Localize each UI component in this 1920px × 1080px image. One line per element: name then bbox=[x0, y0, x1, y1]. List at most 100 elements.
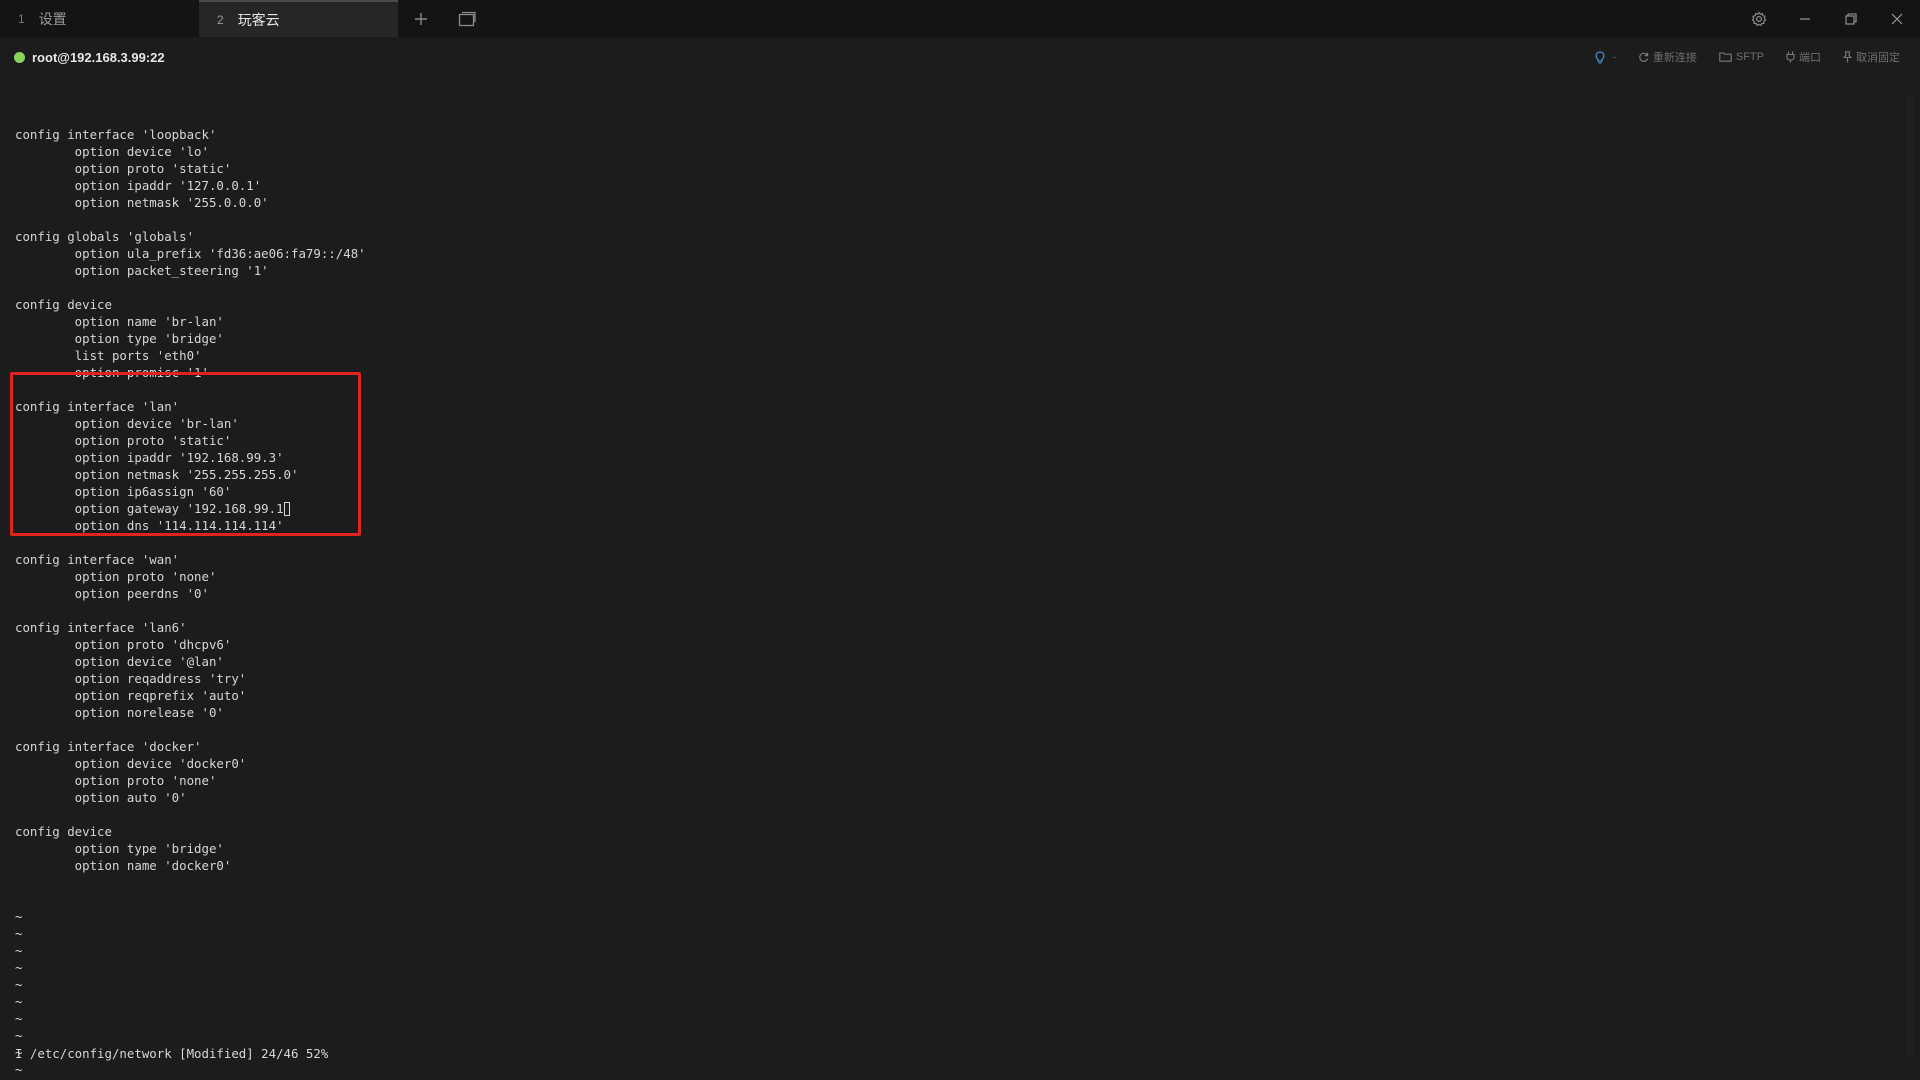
terminal-line: option device 'lo' bbox=[15, 143, 366, 160]
terminal-line-text: option reqaddress 'try' bbox=[15, 671, 247, 686]
terminal-line-text: option device 'docker0' bbox=[15, 756, 247, 771]
terminal-line: option norelease '0' bbox=[15, 704, 366, 721]
port-button[interactable]: 端口 bbox=[1786, 49, 1821, 65]
terminal-line: ~ bbox=[15, 1010, 366, 1027]
new-tab-button[interactable] bbox=[398, 0, 444, 37]
terminal-line-text: option type 'bridge' bbox=[15, 841, 224, 856]
terminal-line-text: ~ bbox=[15, 960, 23, 975]
terminal-line-text: option type 'bridge' bbox=[15, 331, 224, 346]
terminal-line: option reqaddress 'try' bbox=[15, 670, 366, 687]
sftp-button[interactable]: SFTP bbox=[1719, 51, 1764, 63]
terminal-line: option packet_steering '1' bbox=[15, 262, 366, 279]
refresh-icon bbox=[1639, 52, 1649, 62]
terminal-line: option dns '114.114.114.114' bbox=[15, 517, 366, 534]
terminal-line-text: option dns '114.114.114.114' bbox=[15, 518, 284, 533]
terminal-line: option ip6assign '60' bbox=[15, 483, 366, 500]
terminal-line-text: config globals 'globals' bbox=[15, 229, 195, 244]
terminal-line-text: option ula_prefix 'fd36:ae06:fa79::/48' bbox=[15, 246, 366, 261]
terminal-line-text: config interface 'docker' bbox=[15, 739, 202, 754]
terminal-line-text: option device '@lan' bbox=[15, 654, 224, 669]
minimize-icon bbox=[1800, 17, 1810, 20]
text-cursor bbox=[283, 502, 290, 516]
terminal-line-text: ~ bbox=[15, 1062, 23, 1077]
terminal-output[interactable]: config interface 'loopback' option devic… bbox=[15, 109, 366, 1078]
terminal-line: config interface 'wan' bbox=[15, 551, 366, 568]
tab-label: 玩客云 bbox=[237, 11, 280, 28]
terminal-line: ~ bbox=[15, 976, 366, 993]
terminal-line: option netmask '255.255.255.0' bbox=[15, 466, 366, 483]
port-label: 端口 bbox=[1799, 52, 1821, 64]
tab-label: 设置 bbox=[38, 10, 67, 27]
vim-status-line: I /etc/config/network [Modified] 24/46 5… bbox=[15, 1046, 329, 1061]
terminal-line-text: option proto 'dhcpv6' bbox=[15, 637, 232, 652]
terminal-line: option proto 'none' bbox=[15, 568, 366, 585]
terminal-line-text: ~ bbox=[15, 909, 23, 924]
terminal-line-text: option packet_steering '1' bbox=[15, 263, 269, 278]
terminal-line: ~ bbox=[15, 993, 366, 1010]
terminal-line-text: option ipaddr '127.0.0.1' bbox=[15, 178, 262, 193]
unpin-label: 取消固定 bbox=[1856, 52, 1900, 64]
lightbulb-icon bbox=[1595, 50, 1605, 63]
terminal-line: option ipaddr '192.168.99.3' bbox=[15, 449, 366, 466]
terminal-line-text: option netmask '255.0.0.0' bbox=[15, 195, 269, 210]
status-dot-icon bbox=[14, 51, 25, 63]
tab-settings[interactable]: 1 设置 bbox=[0, 0, 199, 37]
terminal-line: option proto 'static' bbox=[15, 160, 366, 177]
terminal-line-text: option promisc '1' bbox=[15, 365, 209, 380]
reconnect-button[interactable]: 重新连接 bbox=[1638, 49, 1697, 65]
terminal-line-text: list ports 'eth0' bbox=[15, 348, 202, 363]
terminal-line-text: option proto 'none' bbox=[15, 569, 217, 584]
terminal-line-text: config interface 'lan6' bbox=[15, 620, 187, 635]
tab-wankeyun[interactable]: 2 玩客云 bbox=[199, 0, 398, 37]
terminal-line: option ipaddr '127.0.0.1' bbox=[15, 177, 366, 194]
close-button[interactable] bbox=[1874, 0, 1920, 37]
tab-number: 2 bbox=[217, 12, 224, 27]
light-toggle-button[interactable]: - bbox=[1595, 50, 1616, 64]
terminal-line-text: config device bbox=[15, 824, 112, 839]
tab-number: 1 bbox=[18, 11, 25, 26]
terminal-scrollbar[interactable] bbox=[1906, 96, 1914, 1056]
minimize-button[interactable] bbox=[1782, 0, 1828, 37]
terminal-line-text: option ipaddr '192.168.99.3' bbox=[15, 450, 284, 465]
terminal-line: ~ bbox=[15, 942, 366, 959]
terminal-line-text: option gateway '192.168.99.1 bbox=[15, 501, 284, 516]
terminal-line: option auto '0' bbox=[15, 789, 366, 806]
terminal-line: option proto 'static' bbox=[15, 432, 366, 449]
tab-bar: 1 设置 2 玩客云 bbox=[0, 0, 1920, 37]
restore-icon bbox=[1845, 12, 1857, 25]
terminal-line-text: ~ bbox=[15, 994, 23, 1009]
terminal-line: ~ bbox=[15, 925, 366, 942]
restore-button[interactable] bbox=[1828, 0, 1874, 37]
settings-button[interactable] bbox=[1736, 0, 1782, 37]
terminal-line: config device bbox=[15, 823, 366, 840]
terminal-line: option type 'bridge' bbox=[15, 330, 366, 347]
terminal-line-text: option reqprefix 'auto' bbox=[15, 688, 247, 703]
terminal-line: option device 'docker0' bbox=[15, 755, 366, 772]
sftp-label: SFTP bbox=[1735, 51, 1764, 63]
tabbar-spacer bbox=[490, 0, 1736, 37]
folder-icon bbox=[1719, 52, 1732, 62]
plug-icon bbox=[1786, 51, 1795, 63]
plus-icon bbox=[415, 12, 427, 25]
terminal-line: option gateway '192.168.99.1 bbox=[15, 500, 366, 517]
terminal-line: ~ bbox=[15, 1027, 366, 1044]
terminal-line: ~ bbox=[15, 908, 366, 925]
duplicate-tab-button[interactable] bbox=[444, 0, 490, 37]
terminal-line: config interface 'loopback' bbox=[15, 126, 366, 143]
terminal-line-text: option peerdns '0' bbox=[15, 586, 209, 601]
unpin-button[interactable]: 取消固定 bbox=[1843, 49, 1900, 65]
terminal-line-text: ~ bbox=[15, 977, 23, 992]
close-icon bbox=[1891, 13, 1903, 24]
terminal-line-text: ~ bbox=[15, 943, 23, 958]
terminal-line-text: option auto '0' bbox=[15, 790, 187, 805]
terminal-line: option device 'br-lan' bbox=[15, 415, 366, 432]
terminal-line: config device bbox=[15, 296, 366, 313]
terminal-line: option reqprefix 'auto' bbox=[15, 687, 366, 704]
terminal-line: option name 'docker0' bbox=[15, 857, 366, 874]
